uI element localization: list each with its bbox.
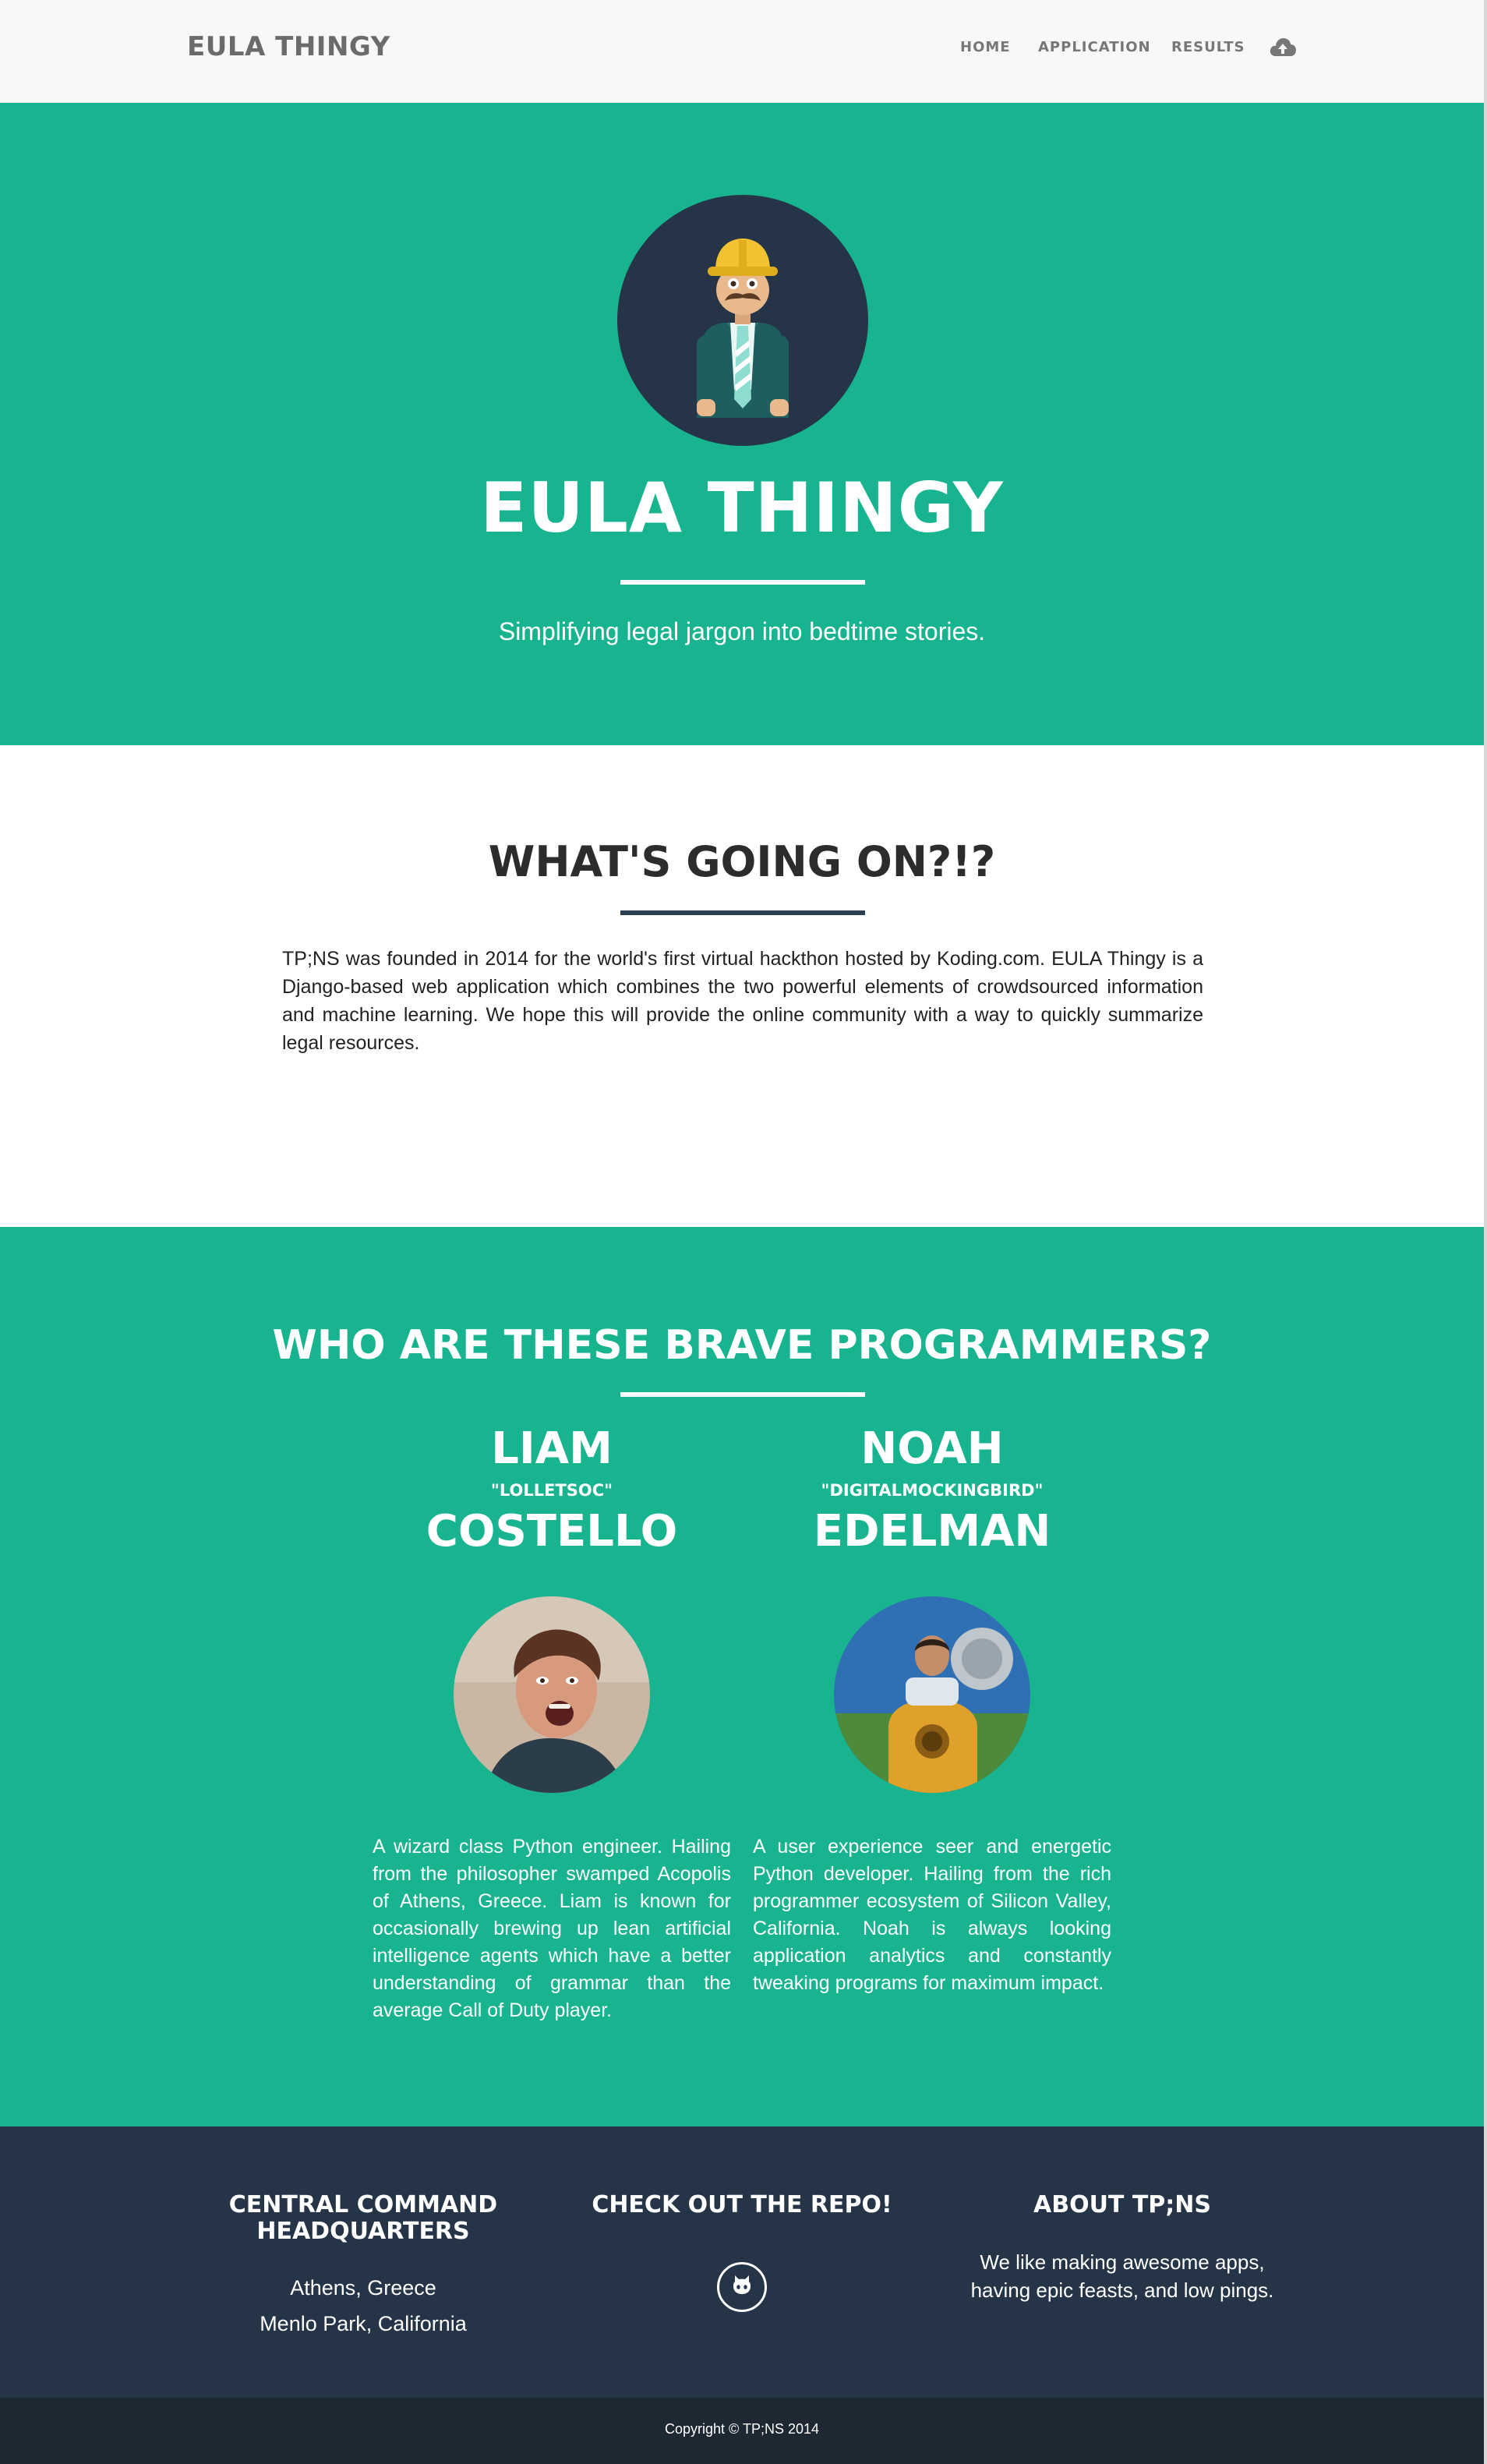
member-last-name: COSTELLO: [426, 1506, 678, 1557]
member-first-name: NOAH: [860, 1423, 1004, 1474]
about-section: WHAT'S GOING ON?!? TP;NS was founded in …: [0, 745, 1484, 1227]
hero-header: EULA THINGY Simplifying legal jargon int…: [0, 103, 1484, 745]
hero-subtitle: Simplifying legal jargon into bedtime st…: [498, 617, 986, 645]
team-section: WHO ARE THESE BRAVE PROGRAMMERS? LIAM "L…: [0, 1227, 1484, 2126]
navbar-brand[interactable]: EULA THINGY: [187, 31, 390, 62]
nav-item-results[interactable]: RESULTS: [1171, 39, 1245, 55]
page: EULA THINGY HOME APPLICATION RESULTS EUL…: [0, 0, 1487, 2464]
mascot-construction-worker-icon: [697, 239, 789, 418]
member-nickname: "LOLLETSOC": [490, 1481, 613, 1500]
team-title: WHO ARE THESE BRAVE PROGRAMMERS?: [272, 1322, 1212, 1369]
team-divider: [620, 1392, 865, 1397]
member-bio: A user experience seer and energetic Pyt…: [753, 1836, 1111, 1994]
team-member-liam: LIAM "LOLLETSOC" COSTELLO A wizard class…: [373, 1423, 731, 2024]
mascot-avatar: [617, 195, 868, 446]
member-bio: A wizard class Python engineer. Hailing …: [373, 1836, 731, 2021]
page-scrollbar[interactable]: [1484, 0, 1487, 2464]
nav-item-home[interactable]: HOME: [960, 39, 1011, 55]
github-icon: [733, 2275, 751, 2294]
footer-repo-heading: CHECK OUT THE REPO!: [592, 2191, 892, 2218]
cloud-upload-icon[interactable]: [1269, 36, 1297, 59]
member-nickname: "DIGITALMOCKINGBIRD": [821, 1481, 1044, 1500]
hero-title: EULA THINGY: [480, 468, 1004, 548]
footer-about: ABOUT TP;NS We like making awesome apps,…: [948, 2192, 1297, 2304]
member-photo-noah: [834, 1596, 1030, 1793]
footer-hq: CENTRAL COMMAND HEADQUARTERS Athens, Gre…: [207, 2192, 519, 2342]
navbar: EULA THINGY HOME APPLICATION RESULTS: [0, 0, 1484, 103]
member-photo-liam: [454, 1596, 650, 1793]
about-text: TP;NS was founded in 2014 for the world'…: [282, 948, 1203, 1054]
copyright-bar: Copyright © TP;NS 2014: [0, 2398, 1484, 2464]
footer-about-heading: ABOUT TP;NS: [1033, 2191, 1212, 2218]
about-divider: [620, 910, 865, 915]
team-member-noah: NOAH "DIGITALMOCKINGBIRD" EDELMAN A user…: [753, 1423, 1111, 1997]
footer-hq-line: Athens, Greece: [290, 2276, 436, 2300]
about-title: WHAT'S GOING ON?!?: [488, 837, 996, 886]
footer-about-text: We like making awesome apps, having epic…: [970, 2250, 1274, 2302]
footer-repo: CHECK OUT THE REPO!: [586, 2192, 898, 2312]
footer-hq-line: Menlo Park, California: [260, 2312, 467, 2335]
member-last-name: EDELMAN: [813, 1506, 1051, 1557]
footer: CENTRAL COMMAND HEADQUARTERS Athens, Gre…: [0, 2126, 1484, 2398]
member-first-name: LIAM: [491, 1423, 613, 1474]
footer-hq-heading: CENTRAL COMMAND HEADQUARTERS: [228, 2191, 498, 2245]
nav-item-application[interactable]: APPLICATION: [1038, 39, 1151, 55]
copyright-text: Copyright © TP;NS 2014: [664, 2421, 820, 2437]
hero-divider: [620, 580, 865, 585]
github-button[interactable]: [717, 2262, 767, 2312]
